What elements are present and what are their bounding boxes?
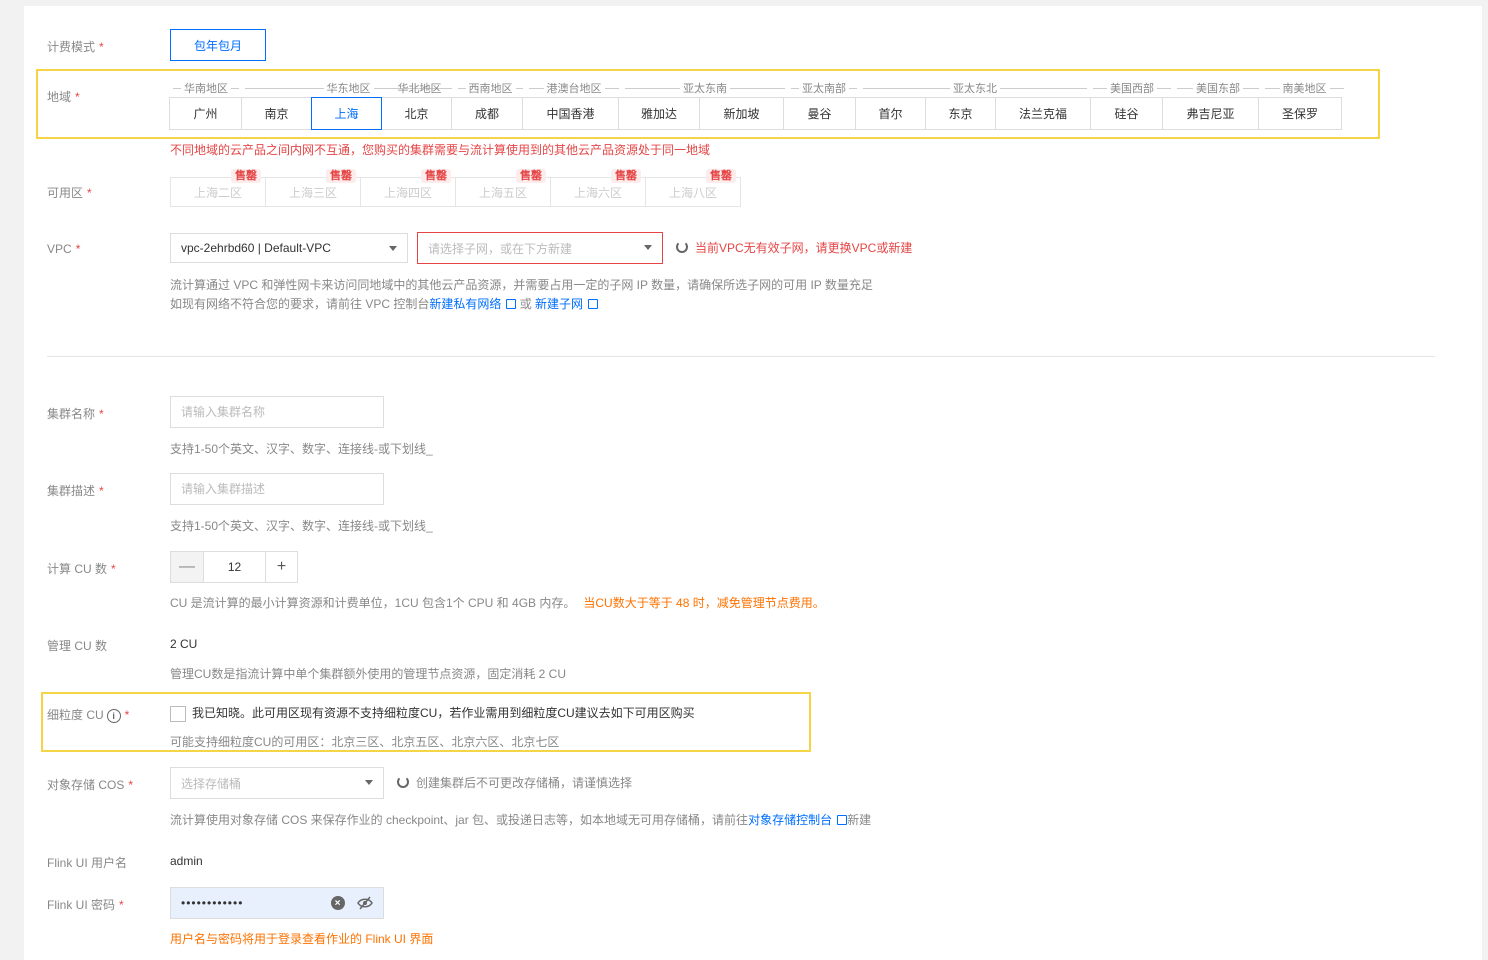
flink-user-value: admin <box>170 854 203 868</box>
region-option-jakarta[interactable]: 雅加达 <box>618 97 700 130</box>
soldout-badge: 售罄 <box>516 169 546 183</box>
zone-option[interactable]: 上海二区 售罄 <box>170 169 266 207</box>
cluster-name-input[interactable] <box>170 396 384 428</box>
chevron-down-icon <box>365 780 373 785</box>
region-note: 不同地域的云产品之间内网不互通，您购买的集群需要与流计算使用到的其他云产品资源处… <box>170 143 711 157</box>
zone-option[interactable]: 上海六区 售罄 <box>550 169 646 207</box>
region-group: 华北地区 <box>384 80 455 96</box>
cos-note: 创建集群后不可更改存储桶，请谨慎选择 <box>397 774 632 791</box>
region-group: 亚太南部 <box>788 80 860 96</box>
cu-help: CU 是流计算的最小计算资源和计费单位，1CU 包含1个 CPU 和 4GB 内… <box>170 596 825 610</box>
region-label: 地域 * <box>47 90 80 104</box>
eye-off-icon[interactable] <box>357 896 373 910</box>
zone-selector: 上海二区 售罄 上海三区 售罄 上海四区 售罄 上海五区 售罄 上海六区 售罄 上海八区售… <box>170 169 741 207</box>
cos-help: 流计算使用对象存储 COS 来保存作业的 checkpoint、jar 包、或投… <box>170 813 872 827</box>
region-option-singapore[interactable]: 新加坡 <box>699 97 784 130</box>
soldout-badge: 售罄 <box>611 169 641 183</box>
region-option-nanjing[interactable]: 南京 <box>241 97 312 130</box>
region-option-shanghai[interactable]: 上海 <box>311 97 382 130</box>
subnet-select[interactable]: 请选择子网，或在下方新建 <box>417 232 663 264</box>
zone-option[interactable]: 上海五区 售罄 <box>455 169 551 207</box>
new-subnet-link[interactable]: 新建子网 <box>535 297 583 311</box>
chevron-down-icon <box>389 246 397 251</box>
cu-value[interactable]: 12 <box>203 552 265 582</box>
fine-cu-checkbox[interactable] <box>170 705 186 722</box>
flink-password-input[interactable]: •••••••••••• × <box>170 887 384 919</box>
region-option-tokyo[interactable]: 东京 <box>925 97 996 130</box>
fine-cu-ack: 我已知晓。此可用区现有资源不支持细粒度CU，若作业需用到细粒度CU建议去如下可用… <box>170 704 695 722</box>
region-option-frankfurt[interactable]: 法兰克福 <box>995 97 1091 130</box>
region-group: 港澳台地区 <box>526 80 622 96</box>
region-option-sao-paulo[interactable]: 圣保罗 <box>1258 97 1342 130</box>
zone-option[interactable]: 上海八区 售罄 <box>645 169 741 207</box>
cos-bucket-select[interactable]: 选择存储桶 <box>170 767 384 799</box>
fine-cu-label: 细粒度 CU i * <box>47 708 130 723</box>
region-group: 南美地区 <box>1262 80 1347 96</box>
region-option-seoul[interactable]: 首尔 <box>855 97 926 130</box>
soldout-badge: 售罄 <box>326 169 356 183</box>
cos-console-link[interactable]: 对象存储控制台 <box>748 813 832 827</box>
cu-label: 计算 CU 数 * <box>47 562 116 576</box>
billing-label: 计费模式 * <box>47 40 104 54</box>
zone-option[interactable]: 上海三区 售罄 <box>265 169 361 207</box>
region-option-chengdu[interactable]: 成都 <box>451 97 523 130</box>
clear-icon[interactable]: × <box>331 896 345 910</box>
cluster-desc-label: 集群描述 * <box>47 484 104 498</box>
mgmt-cu-value: 2 CU <box>170 637 198 651</box>
vpc-help: 流计算通过 VPC 和弹性网卡来访问同地域中的其他云产品资源，并需要占用一定的子… <box>170 278 873 292</box>
refresh-icon[interactable] <box>397 776 409 788</box>
vpc-select[interactable]: vpc-2ehrbd60 | Default-VPC <box>170 233 408 263</box>
external-link-icon <box>506 299 517 309</box>
billing-option-button[interactable]: 包年包月 <box>170 29 266 61</box>
section-divider <box>47 356 1435 357</box>
region-group: 华南地区 <box>170 80 242 96</box>
external-link-icon <box>588 299 599 309</box>
region-option-bangkok[interactable]: 曼谷 <box>783 97 856 130</box>
flink-pwd-help: 用户名与密码将用于登录查看作业的 Flink UI 界面 <box>170 932 434 946</box>
region-group: 西南地区 <box>455 80 526 96</box>
region-option-silicon-valley[interactable]: 硅谷 <box>1090 97 1163 130</box>
refresh-icon[interactable] <box>676 241 688 253</box>
new-vpc-link[interactable]: 新建私有网络 <box>429 297 501 311</box>
region-group: 美国东部 <box>1174 80 1262 96</box>
cu-decrement-button[interactable]: — <box>171 552 203 582</box>
fine-cu-help: 可能支持细粒度CU的可用区：北京三区、北京五区、北京六区、北京七区 <box>170 735 560 749</box>
cos-label: 对象存储 COS * <box>47 778 134 792</box>
region-selector: 广州 南京 上海 北京 成都 中国香港 雅加达 新加坡 曼谷 首尔 东京 法兰克… <box>169 97 1342 130</box>
cu-increment-button[interactable]: + <box>265 552 297 582</box>
cluster-name-help: 支持1-50个英文、汉字、数字、连接线-或下划线_ <box>170 442 433 456</box>
zone-option[interactable]: 上海四区 售罄 <box>360 169 456 207</box>
external-link-icon <box>837 815 848 825</box>
soldout-badge: 售罄 <box>421 169 451 183</box>
soldout-badge: 售罄 <box>231 169 261 183</box>
mgmt-cu-label: 管理 CU 数 <box>47 639 108 653</box>
cluster-desc-help: 支持1-50个英文、汉字、数字、连接线-或下划线_ <box>170 519 433 533</box>
region-option-virginia[interactable]: 弗吉尼亚 <box>1162 97 1259 130</box>
cluster-name-label: 集群名称 * <box>47 407 104 421</box>
region-option-beijing[interactable]: 北京 <box>381 97 452 130</box>
flink-pwd-label: Flink UI 密码 * <box>47 898 124 912</box>
flink-user-label: Flink UI 用户名 <box>47 856 128 870</box>
region-group: 亚太东南 <box>622 80 788 96</box>
cu-stepper: — 12 + <box>170 551 298 583</box>
region-option-guangzhou[interactable]: 广州 <box>169 97 242 130</box>
cluster-desc-input[interactable] <box>170 473 384 505</box>
chevron-down-icon <box>644 245 652 250</box>
vpc-error: 当前VPC无有效子网，请更换VPC或新建 <box>676 239 912 256</box>
info-icon[interactable]: i <box>106 708 121 723</box>
region-group: 亚太东北 <box>860 80 1090 96</box>
form-panel: 计费模式 * 包年包月 地域 * 华南地区 华东地区 华北地区 西南地区 港澳台地区… <box>24 6 1482 960</box>
zone-label: 可用区 * <box>47 186 92 200</box>
vpc-label: VPC * <box>47 242 81 256</box>
soldout-badge: 售罄 <box>706 169 736 183</box>
vpc-help-links: 如现有网络不符合您的要求，请前往 VPC 控制台新建私有网络 或 新建子网 <box>170 295 599 312</box>
region-option-hongkong[interactable]: 中国香港 <box>522 97 619 130</box>
mgmt-cu-help: 管理CU数是指流计算中单个集群额外使用的管理节点资源，固定消耗 2 CU <box>170 667 567 681</box>
region-group: 美国西部 <box>1090 80 1174 96</box>
